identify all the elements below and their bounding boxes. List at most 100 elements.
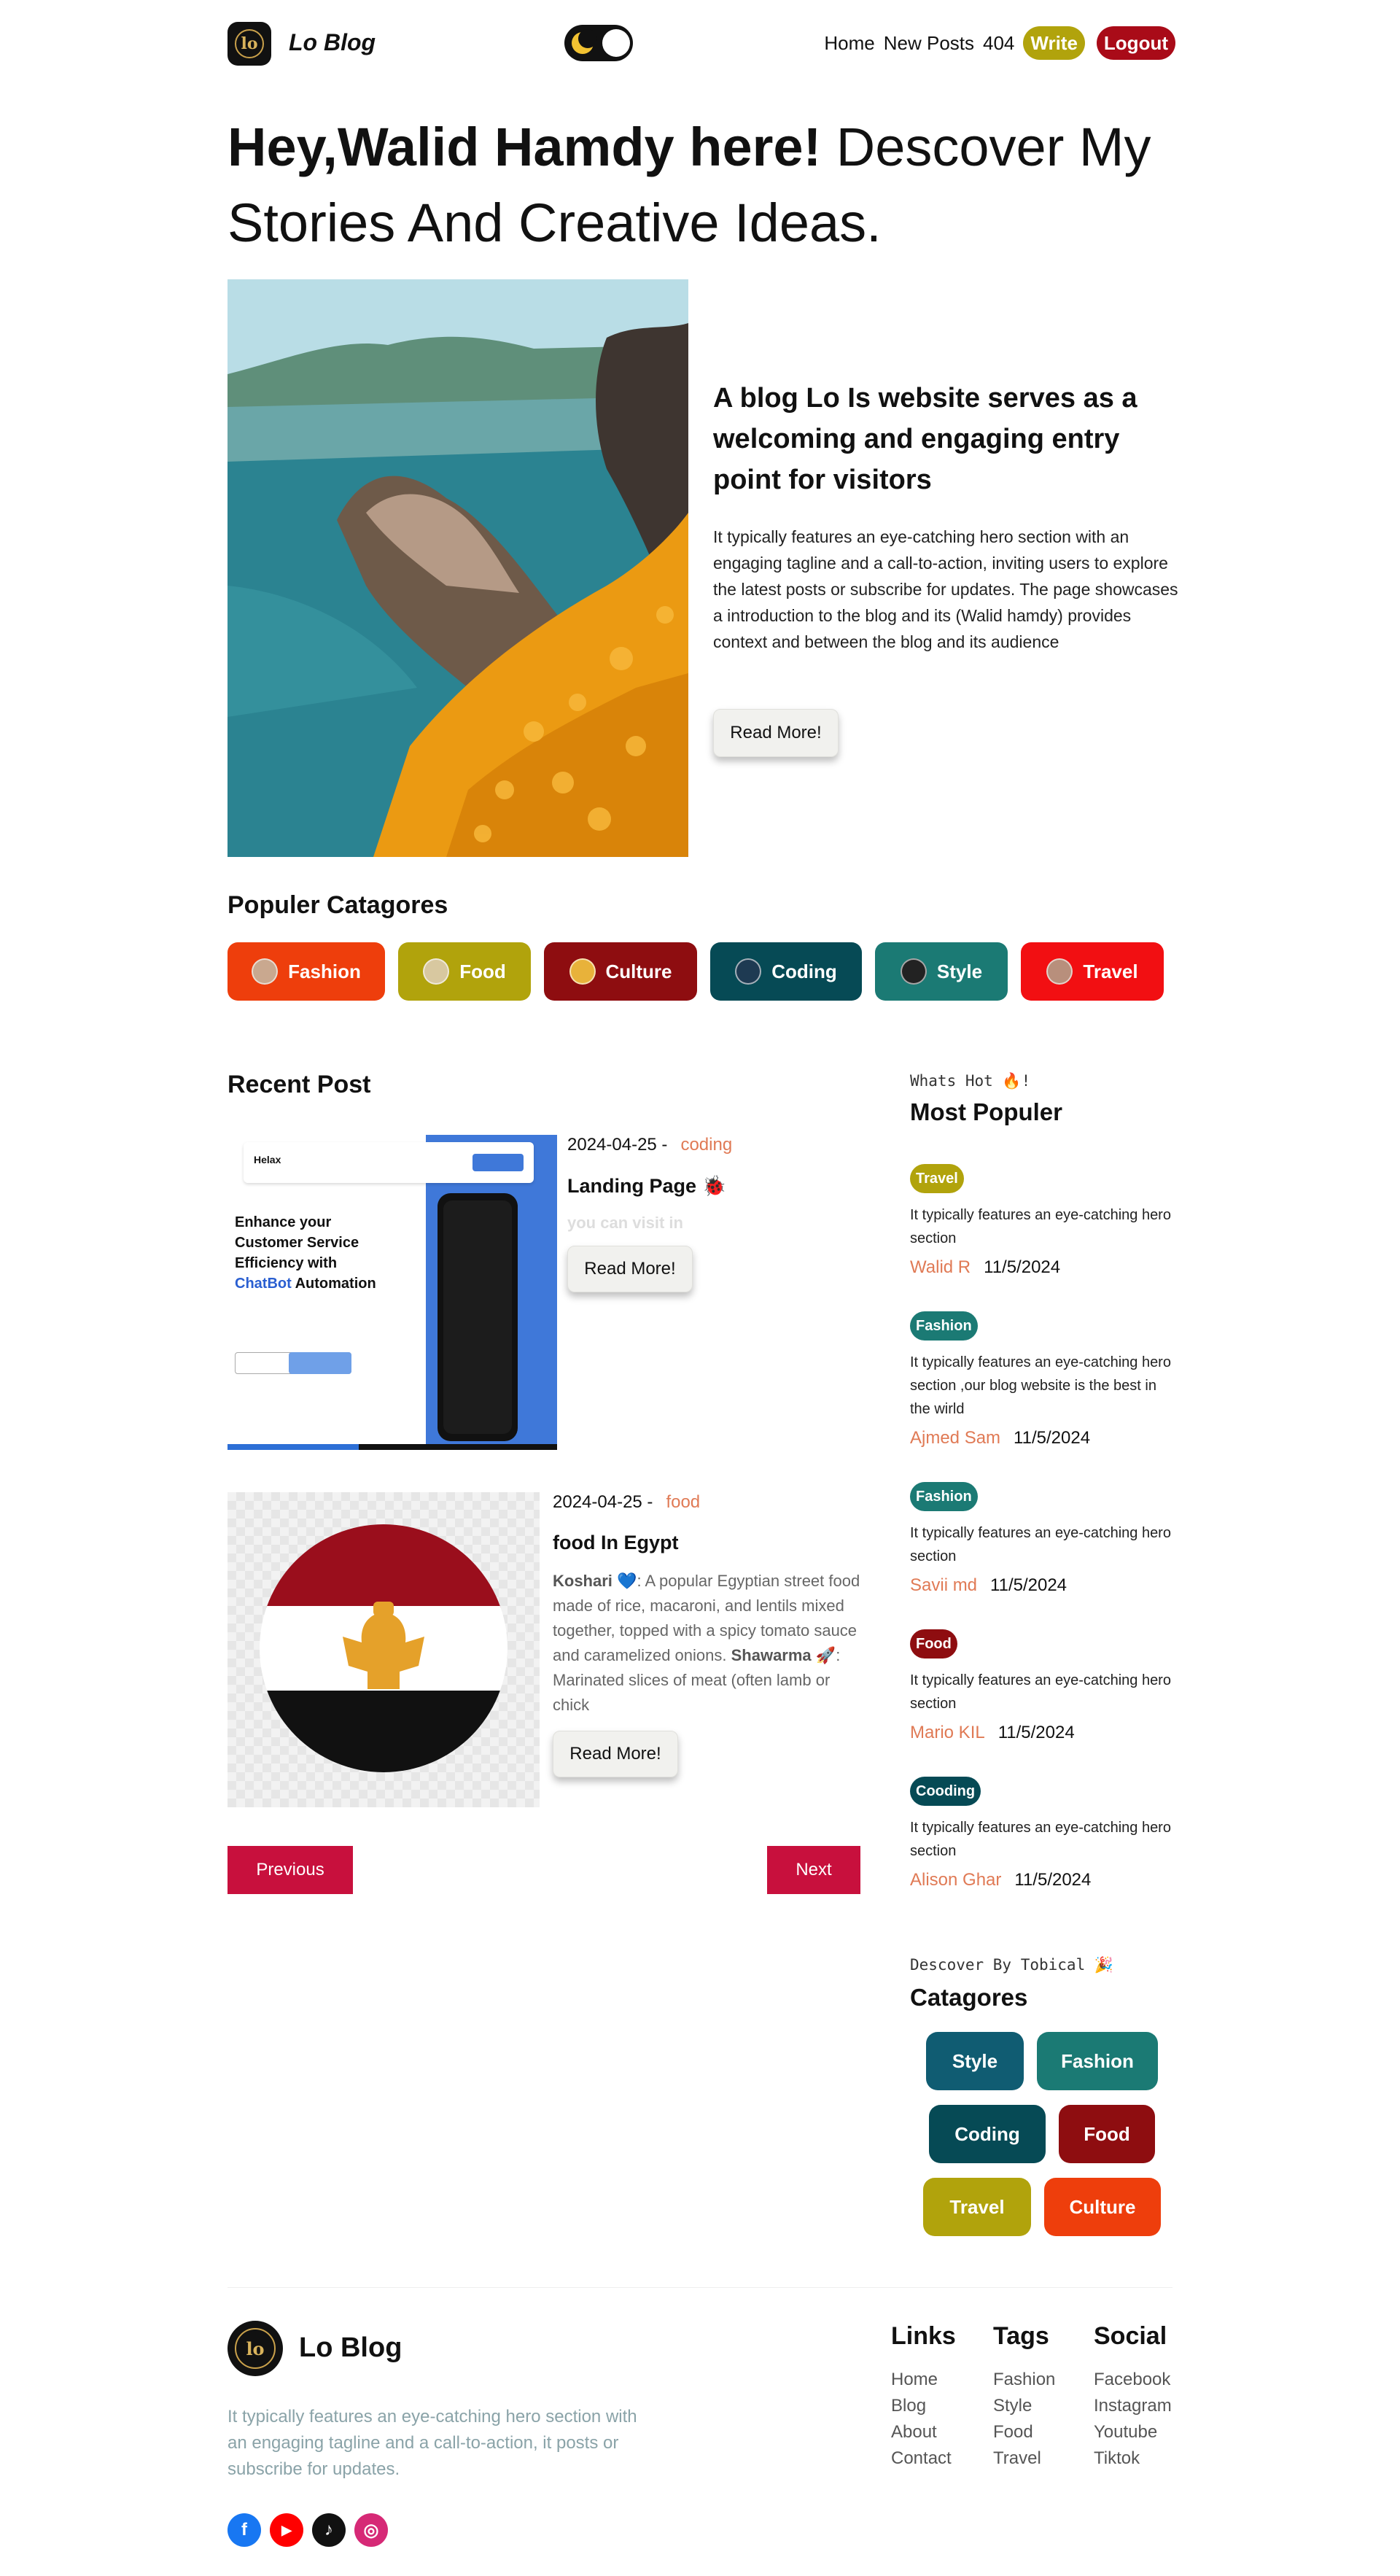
topic-travel[interactable]: Travel [923,2178,1031,2236]
popular-categories-title: Populer Catagores [228,891,448,919]
next-button[interactable]: Next [767,1846,860,1894]
nav-link-404[interactable]: 404 [983,32,1014,55]
post-date: 2024-04-25 - [567,1135,668,1155]
post-meta: 2024-04-25 - food [553,1492,868,1513]
footer-links-title: Links [891,2322,956,2350]
popular-item[interactable]: Travel It typically features an eye-catc… [910,1164,1180,1278]
post-date: 2024-04-25 - [553,1492,653,1512]
hero-read-more-button[interactable]: Read More! [713,709,839,757]
popular-item-author[interactable]: Savii md [910,1575,977,1595]
post-title[interactable]: Landing Page 🐞 [567,1174,859,1198]
egypt-flag-illustration [260,1524,508,1772]
popular-item-date: 11/5/2024 [1014,1428,1091,1448]
logout-button[interactable]: Logout [1096,26,1175,60]
footer-tag-fashion[interactable]: Fashion [993,2367,1055,2393]
youtube-icon[interactable]: ▶ [270,2513,303,2547]
preview-phone [438,1193,518,1441]
topics-kicker: Descover By Tobical 🎉 [910,1956,1114,1974]
footer-link-about[interactable]: About [891,2419,956,2445]
category-culture[interactable]: Culture [544,942,697,1001]
category-food[interactable]: Food [398,942,531,1001]
write-button[interactable]: Write [1023,26,1085,60]
post-image-egypt-flag[interactable] [228,1492,540,1807]
footer-link-blog[interactable]: Blog [891,2393,956,2419]
previous-button[interactable]: Previous [228,1846,353,1894]
post-title[interactable]: food In Egypt [553,1532,868,1554]
footer-tag-travel[interactable]: Travel [993,2445,1055,2472]
category-style[interactable]: Style [875,942,1008,1001]
footer-link-home[interactable]: Home [891,2367,956,2393]
post-category-link[interactable]: food [666,1492,700,1512]
category-travel[interactable]: Travel [1021,942,1164,1001]
instagram-icon[interactable]: ◎ [354,2513,388,2547]
popular-item-author[interactable]: Walid R [910,1257,971,1277]
category-label: Coding [771,960,837,982]
popular-item-tag[interactable]: Travel [910,1164,964,1193]
footer-social-youtube[interactable]: Youtube [1094,2419,1172,2445]
topic-culture[interactable]: Culture [1044,2178,1161,2236]
footer-tag-style[interactable]: Style [993,2393,1055,2419]
popular-item-text: It typically features an eye-catching he… [910,1207,1171,1246]
hot-kicker: Whats Hot 🔥! [910,1072,1031,1090]
hero-intro: A blog Lo Is website serves as a welcomi… [713,378,1178,655]
popular-item-date: 11/5/2024 [990,1575,1068,1595]
popular-item-tag[interactable]: Cooding [910,1777,981,1806]
nav-link-home[interactable]: Home [824,32,874,55]
nav-link-new-posts[interactable]: New Posts [884,32,974,55]
category-coding[interactable]: Coding [710,942,862,1001]
hero-landscape-illustration [228,279,688,857]
category-fashion[interactable]: Fashion [228,942,385,1001]
footer-social-tiktok[interactable]: Tiktok [1094,2445,1172,2472]
preview-brand: Helax [254,1154,281,1165]
topic-fashion[interactable]: Fashion [1037,2032,1158,2090]
post-description: Koshari 💙: A popular Egyptian street foo… [553,1572,860,1714]
post-image-landing-page[interactable]: Helax Enhance your Customer Service Effi… [228,1135,557,1450]
brand-name[interactable]: Lo Blog [289,29,376,56]
tiktok-icon[interactable]: ♪ [312,2513,346,2547]
topic-food[interactable]: Food [1059,2105,1155,2163]
navbar: lo Lo Blog Home New Posts 404 Write Logo… [228,19,1175,66]
category-avatar [900,958,927,985]
footer-link-contact[interactable]: Contact [891,2445,956,2472]
footer-links-column: Links Home Blog About Contact [891,2322,956,2472]
hero-title: Hey,Walid Hamdy here! Descover My Storie… [228,109,1190,261]
category-avatar [1046,958,1073,985]
popular-item[interactable]: Cooding It typically features an eye-cat… [910,1777,1180,1890]
topic-coding[interactable]: Coding [929,2105,1046,2163]
theme-toggle[interactable] [564,25,633,61]
popular-item[interactable]: Fashion It typically features an eye-cat… [910,1311,1180,1448]
popular-item-tag[interactable]: Food [910,1629,957,1659]
footer-social-instagram[interactable]: Instagram [1094,2393,1172,2419]
popular-item-author[interactable]: Alison Ghar [910,1870,1001,1890]
logo-icon[interactable]: lo [228,22,271,66]
category-avatar [252,958,279,985]
category-label: Food [459,960,506,982]
post-meta: 2024-04-25 - coding [567,1135,859,1155]
popular-item-tag[interactable]: Fashion [910,1482,978,1511]
post-card-2: 2024-04-25 - food food In Egypt Koshari 💙… [553,1492,868,1777]
popular-item-meta: Ajmed Sam 11/5/2024 [910,1428,1180,1448]
footer-social-facebook[interactable]: Facebook [1094,2367,1172,2393]
popular-item[interactable]: Fashion It typically features an eye-cat… [910,1482,1180,1596]
footer-divider [228,2287,1172,2288]
facebook-icon[interactable]: f [228,2513,261,2547]
category-avatar [569,958,596,985]
popular-item-date: 11/5/2024 [984,1257,1061,1277]
topic-style[interactable]: Style [926,2032,1024,2090]
footer-logo-monogram: lo [246,2338,265,2359]
post-category-link[interactable]: coding [680,1135,732,1155]
post-card-1: 2024-04-25 - coding Landing Page 🐞 you ca… [567,1135,859,1292]
categories-title: Catagores [910,1984,1028,2011]
post-read-more-button[interactable]: Read More! [553,1731,678,1777]
popular-item-author[interactable]: Mario KIL [910,1723,985,1742]
popular-item[interactable]: Food It typically features an eye-catchi… [910,1629,1180,1743]
popular-item-text: It typically features an eye-catching he… [910,1525,1171,1564]
popular-item-author[interactable]: Ajmed Sam [910,1428,1000,1448]
footer-logo-icon[interactable]: lo [228,2321,283,2376]
popular-categories: Fashion Food Culture Coding Style Travel [228,942,1168,1001]
footer-tag-food[interactable]: Food [993,2419,1055,2445]
popular-item-tag[interactable]: Fashion [910,1311,978,1341]
post-read-more-button[interactable]: Read More! [567,1246,693,1292]
footer-brand: Lo Blog [299,2332,402,2363]
popular-item-meta: Savii md 11/5/2024 [910,1575,1180,1596]
